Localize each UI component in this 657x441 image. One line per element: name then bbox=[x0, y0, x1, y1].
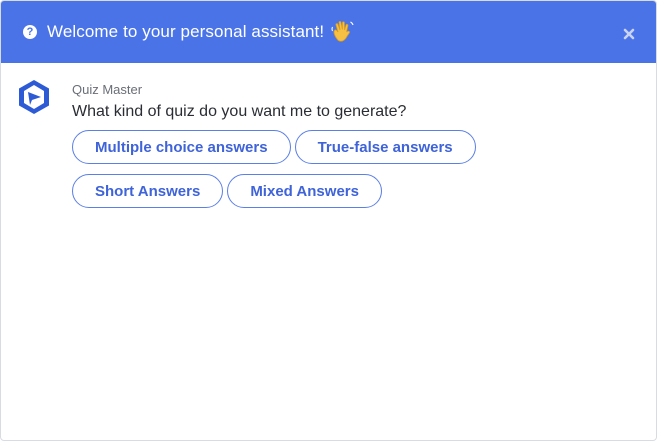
true-false-button[interactable]: True-false answers bbox=[294, 130, 476, 164]
question-circle-icon: ? bbox=[23, 25, 37, 39]
assistant-message: Quiz Master What kind of quiz do you wan… bbox=[72, 79, 512, 208]
multiple-choice-button[interactable]: Multiple choice answers bbox=[72, 130, 291, 164]
short-answers-button[interactable]: Short Answers bbox=[72, 174, 224, 208]
question-text: What kind of quiz do you want me to gene… bbox=[72, 103, 407, 120]
mixed-answers-button[interactable]: Mixed Answers bbox=[227, 174, 382, 208]
assistant-header: ? Welcome to your personal assistant! bbox=[1, 1, 656, 63]
quiz-master-logo-icon bbox=[19, 80, 49, 114]
sender-name: Quiz Master bbox=[72, 82, 143, 97]
chat-content: Quiz Master What kind of quiz do you wan… bbox=[1, 63, 656, 208]
waving-hand-icon bbox=[330, 19, 356, 45]
quiz-type-options: Multiple choice answers True-false answe… bbox=[72, 130, 512, 208]
close-icon[interactable] bbox=[620, 25, 638, 43]
assistant-window: ? Welcome to your personal assistant! Qu… bbox=[0, 0, 657, 441]
header-title: Welcome to your personal assistant! bbox=[47, 22, 325, 41]
